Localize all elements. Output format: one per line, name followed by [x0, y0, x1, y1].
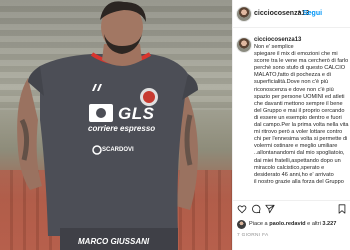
comment-icon[interactable] — [251, 204, 261, 214]
caption-line: miracolo calcistico,sperato e — [254, 164, 325, 171]
user-avatar[interactable] — [237, 7, 251, 21]
sponsor-subtitle: corriere espresso — [88, 124, 156, 133]
separator-dot: • — [298, 9, 301, 16]
post-date[interactable]: 7 GIORNI FA — [237, 233, 269, 238]
post-photo[interactable]: GLS corriere espresso SCARDOVI MARCO GIU… — [0, 0, 232, 250]
caption-line: chi per l'ennesima volta si permette di — [254, 136, 348, 143]
caption-username[interactable]: cicciocosenza13 — [254, 37, 301, 43]
caption-line: del Gruppo e mai il proprio cercando — [254, 107, 345, 114]
caption-line: perchè sono stufo di questo CALCIO — [254, 65, 346, 72]
sponsor-lower: SCARDOVI — [102, 147, 134, 153]
share-icon[interactable] — [265, 204, 275, 214]
caption-line: riconoscenza e dove non c'è più — [254, 86, 334, 93]
likes-user[interactable]: paolo.redavid — [269, 221, 305, 227]
post-actions — [233, 200, 350, 217]
likes-prefix: Piace a — [249, 221, 270, 227]
likes-row: Piace a paolo.redavid e altri 3.227 — [237, 220, 349, 230]
post-caption: Non e' semplice spiegare il mix di emozi… — [254, 44, 350, 198]
caption-line: dal campo.Per la prima volta nella vita — [254, 122, 349, 129]
caption-line: scorre tra le vene ma cercherò di farlo — [254, 58, 349, 65]
caption-line: ..allontanandomi dal mio spogliatoio, — [254, 150, 345, 157]
caption-line: superficialità.Dove non c'è più — [254, 79, 329, 86]
caption-line: volermi ostinare e meglio umiliare — [254, 143, 338, 150]
caption-line: dai miei fratelli,aspettando dopo un — [254, 157, 341, 164]
caption-line: Non e' semplice — [254, 44, 294, 50]
likes-text[interactable]: Piace a paolo.redavid e altri 3.227 — [249, 221, 336, 227]
bookmark-icon[interactable] — [337, 204, 347, 214]
caption-line: mi ritrovo però a voler lottare contro — [254, 129, 343, 136]
header-username[interactable]: cicciocosenza13 — [254, 10, 309, 17]
shorts-sponsor: MARCO GIUSSANI — [78, 237, 150, 246]
caption-line: spazio per persone UOMINI ed atleti — [254, 93, 345, 100]
heart-icon[interactable] — [237, 204, 247, 214]
sponsor-gls: GLS — [118, 104, 155, 123]
post-header: cicciocosenza13 • Segui — [233, 0, 350, 28]
liker-avatar[interactable] — [237, 220, 246, 229]
caption-line: spiegare il mix di emozioni che mi — [254, 51, 338, 58]
likes-count[interactable]: 3.227 — [322, 221, 336, 227]
caption-line: MALATO,fatto di pochezza e di — [254, 72, 331, 79]
caption-line: il nostro grazie alla forza del Gruppo — [254, 178, 344, 185]
caption-line: che davanti mettono sempre il bene — [254, 100, 343, 107]
follow-button[interactable]: Segui — [303, 10, 322, 17]
caption-line: di essere un esempio dentro e fuori — [254, 114, 342, 121]
post-panel: cicciocosenza13 • Segui cicciocosenza13 … — [232, 0, 350, 250]
likes-middle: e altri — [305, 221, 323, 227]
caption-avatar[interactable] — [237, 38, 251, 52]
caption-line: desiderato 46 anni,ho e' arrivato — [254, 171, 334, 178]
